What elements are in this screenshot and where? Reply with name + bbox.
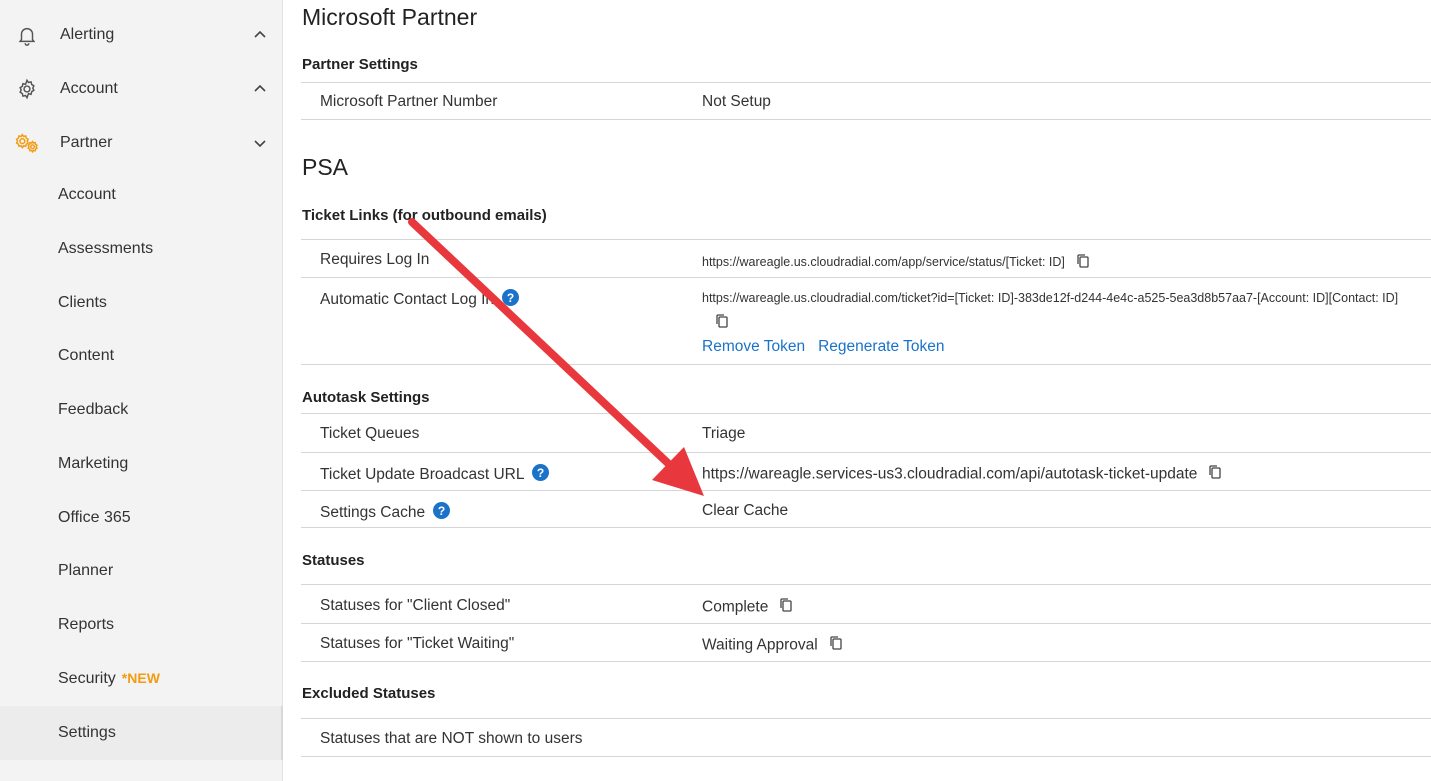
ticket-links-heading: Ticket Links (for outbound emails): [302, 207, 547, 224]
excluded-statuses-heading: Excluded Statuses: [302, 685, 436, 702]
svg-text:?: ?: [507, 291, 514, 305]
sidebar-item-security[interactable]: Security *NEW: [0, 652, 283, 706]
broadcast-url-row: Ticket Update Broadcast URL? https://war…: [301, 452, 1431, 490]
sidebar-item-settings[interactable]: Settings: [0, 706, 283, 760]
sidebar-item-label: Alerting: [60, 26, 115, 43]
sidebar-item-office-365[interactable]: Office 365: [0, 491, 283, 545]
autotask-heading: Autotask Settings: [302, 389, 430, 406]
token-actions: Remove Token Regenerate Token: [702, 338, 945, 356]
svg-text:?: ?: [537, 466, 544, 480]
chevron-down-icon[interactable]: [250, 133, 270, 153]
ticket-queues-label: Ticket Queues: [320, 425, 420, 442]
requires-login-row: Requires Log In https://wareagle.us.clou…: [301, 239, 1431, 277]
gears-icon: [14, 130, 40, 156]
auto-login-value: https://wareagle.us.cloudradial.com/tick…: [702, 291, 1399, 305]
auto-login-text: Automatic Contact Log In: [320, 291, 495, 309]
auto-login-label: Automatic Contact Log In?: [320, 289, 520, 311]
settings-cache-label: Settings Cache?: [320, 502, 451, 524]
sidebar-item-account[interactable]: Account: [0, 62, 283, 116]
sidebar-item-feedback[interactable]: Feedback: [0, 383, 283, 437]
clear-cache-link[interactable]: Clear Cache: [702, 502, 788, 520]
help-icon[interactable]: ?: [433, 502, 451, 524]
bell-icon: [14, 22, 40, 48]
page-title: Microsoft Partner: [302, 4, 478, 30]
statuses-heading: Statuses: [302, 552, 365, 569]
help-icon[interactable]: ?: [532, 464, 550, 486]
sidebar-item-planner[interactable]: Planner: [0, 544, 283, 598]
partner-number-row: Microsoft Partner Number Not Setup: [301, 82, 1431, 120]
excluded-statuses-label: Statuses that are NOT shown to users: [320, 730, 583, 747]
sidebar-item-label: Planner: [58, 562, 114, 579]
security-label: Security: [58, 670, 116, 687]
remove-token-link[interactable]: Remove Token: [702, 338, 805, 355]
copy-icon[interactable]: [714, 313, 730, 334]
broadcast-url: https://wareagle.services-us3.cloudradia…: [702, 465, 1198, 483]
ticket-waiting-value: Waiting Approval: [702, 635, 844, 656]
psa-heading: PSA: [302, 154, 349, 180]
copy-icon[interactable]: [1075, 253, 1091, 272]
settings-cache-row: Settings Cache? Clear Cache: [301, 490, 1431, 528]
ticket-queues-row: Ticket Queues Triage: [301, 413, 1431, 452]
requires-login-label: Requires Log In: [320, 251, 430, 268]
sidebar-item-label: Security *NEW: [58, 670, 160, 688]
sidebar-item-label: Reports: [58, 616, 115, 633]
client-closed-value: Complete: [702, 597, 794, 618]
sidebar-item-reports[interactable]: Reports: [0, 598, 283, 652]
chevron-up-icon[interactable]: [250, 25, 270, 45]
sidebar-item-marketing[interactable]: Marketing: [0, 437, 283, 491]
client-closed-row: Statuses for "Client Closed" Complete: [301, 584, 1431, 623]
sidebar-item-label: Settings: [58, 724, 116, 741]
sidebar-item-label: Assessments: [58, 240, 154, 257]
regenerate-token-link[interactable]: Regenerate Token: [818, 338, 944, 355]
gear-icon: [14, 76, 40, 102]
partner-settings-heading: Partner Settings: [302, 56, 418, 73]
partner-number-label: Microsoft Partner Number: [320, 93, 498, 110]
broadcast-url-value: https://wareagle.services-us3.cloudradia…: [702, 464, 1223, 485]
partner-number-value: Not Setup: [702, 93, 771, 110]
client-closed-label: Statuses for "Client Closed": [320, 597, 511, 614]
ticket-waiting-text: Waiting Approval: [702, 636, 818, 654]
sidebar-item-content[interactable]: Content: [0, 329, 283, 383]
sidebar-item-label: Content: [58, 347, 115, 364]
sidebar: Alerting Account Partner Account Assessm…: [0, 0, 283, 781]
sidebar-item-label: Account: [58, 186, 116, 203]
requires-login-value: https://wareagle.us.cloudradial.com/app/…: [702, 253, 1091, 272]
requires-login-url: https://wareagle.us.cloudradial.com/app/…: [702, 254, 1065, 269]
settings-cache-text: Settings Cache: [320, 504, 426, 522]
copy-icon[interactable]: [778, 597, 794, 618]
sidebar-item-clients[interactable]: Clients: [0, 276, 283, 330]
ticket-waiting-label: Statuses for "Ticket Waiting": [320, 635, 515, 652]
copy-icon[interactable]: [1207, 464, 1223, 485]
broadcast-url-text: Ticket Update Broadcast URL: [320, 466, 525, 484]
help-icon[interactable]: ?: [502, 289, 520, 311]
sidebar-item-assessments[interactable]: Assessments: [0, 222, 283, 276]
excluded-statuses-row: Statuses that are NOT shown to users: [301, 718, 1431, 757]
chevron-up-icon[interactable]: [250, 79, 270, 99]
sidebar-item-label: Clients: [58, 294, 107, 311]
svg-text:?: ?: [438, 504, 445, 518]
sidebar-item-label: Feedback: [58, 401, 129, 418]
copy-icon[interactable]: [828, 635, 844, 656]
sidebar-item-alerting[interactable]: Alerting: [0, 8, 283, 62]
sidebar-item-partner[interactable]: Partner: [0, 116, 283, 170]
client-closed-text: Complete: [702, 598, 769, 616]
sidebar-item-label: Marketing: [58, 455, 129, 472]
ticket-queues-value: Triage: [702, 425, 746, 442]
ticket-waiting-row: Statuses for "Ticket Waiting" Waiting Ap…: [301, 623, 1431, 662]
sidebar-item-label: Office 365: [58, 509, 131, 526]
main-content: Microsoft Partner Partner Settings Micro…: [283, 0, 1431, 781]
new-badge: *NEW: [121, 670, 160, 686]
sidebar-item-partner-account[interactable]: Account: [0, 168, 283, 222]
broadcast-url-label: Ticket Update Broadcast URL?: [320, 464, 550, 486]
auto-login-row: Automatic Contact Log In? https://wareag…: [301, 277, 1431, 365]
sidebar-item-label: Partner: [60, 134, 113, 151]
sidebar-item-label: Account: [60, 80, 118, 97]
